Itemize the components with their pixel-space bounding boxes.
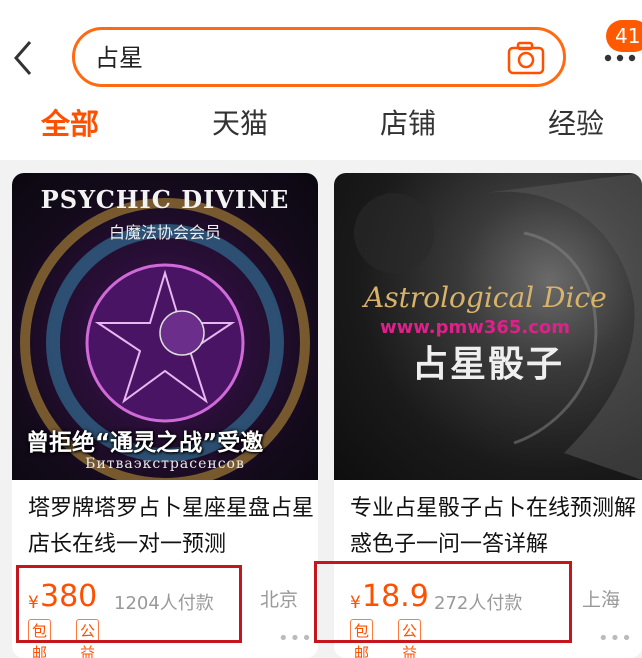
more-icon[interactable]	[600, 48, 640, 68]
search-query: 占星	[95, 44, 143, 72]
more-icon[interactable]: •••	[278, 628, 313, 649]
tab-experience[interactable]: 经验	[548, 102, 604, 146]
image-subheading: 占星骰子	[412, 344, 565, 385]
image-heading: PSYCHIC DIVINE	[40, 185, 290, 214]
image-subheading: 白魔法协会会员	[108, 223, 221, 242]
image-caption: 曾拒绝“通灵之战”受邀	[26, 430, 264, 456]
image-heading: Astrological Dice	[364, 281, 607, 314]
price-highlight-box	[16, 565, 242, 643]
back-arrow-icon[interactable]	[10, 38, 40, 78]
more-icon[interactable]: •••	[598, 628, 633, 649]
image-footer: Битваэкстрасенсов	[85, 456, 245, 472]
tab-tmall[interactable]: 天猫	[212, 102, 268, 146]
location: 北京	[260, 589, 299, 611]
product-image[interactable]: PSYCHIC DIVINE 白魔法协会会员 曾拒绝“通灵之战”受邀 Битва…	[12, 173, 318, 480]
tab-shops[interactable]: 店铺	[380, 102, 436, 146]
top-bar: 占星 41 全部 天猫 店铺 经验	[0, 0, 642, 160]
product-title[interactable]: 塔罗牌塔罗占卜星座星盘占星店长在线一对一预测	[28, 491, 314, 563]
price-highlight-box	[314, 561, 572, 643]
tab-bar: 全部 天猫 店铺 经验	[0, 102, 642, 152]
product-title[interactable]: 专业占星骰子占卜在线预测解惑色子一问一答详解	[350, 491, 640, 563]
search-input[interactable]: 占星	[72, 27, 566, 87]
location: 上海	[582, 589, 621, 611]
camera-icon[interactable]	[507, 41, 545, 75]
product-image[interactable]: Astrological Dice www.pmw365.com 占星骰子	[334, 173, 642, 480]
tab-all[interactable]: 全部	[41, 102, 99, 146]
